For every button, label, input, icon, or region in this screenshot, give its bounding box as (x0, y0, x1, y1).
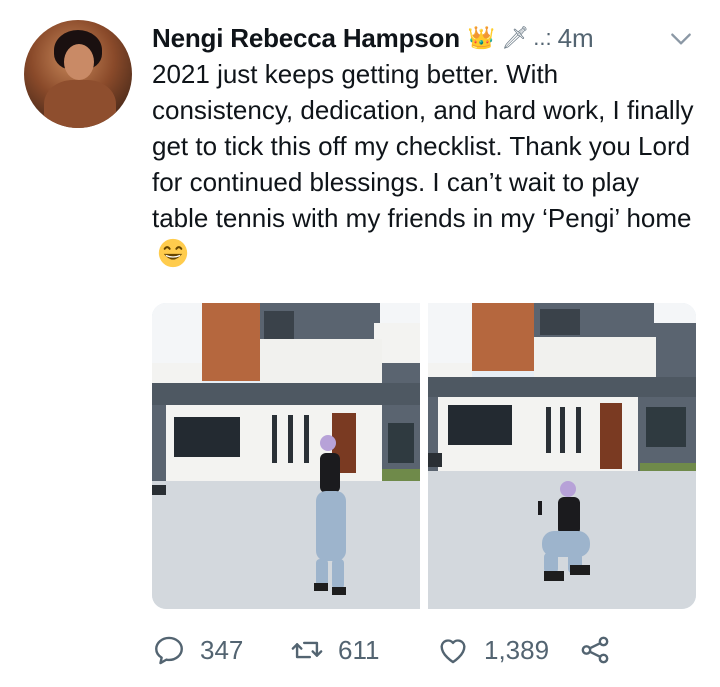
timestamp[interactable]: 4m (558, 23, 594, 54)
author-name[interactable]: Nengi Rebecca Hampson (152, 23, 460, 54)
reply-icon (155, 636, 183, 665)
retweet-button[interactable]: 611 (290, 633, 379, 667)
crown-emoji: 👑 (467, 25, 496, 50)
photo-2[interactable] (428, 303, 696, 609)
media-grid (152, 303, 696, 609)
tweet-actions: 347 611 1,389 (152, 628, 700, 672)
grinning-face-emoji (158, 238, 188, 268)
chevron-down-icon[interactable] (668, 26, 694, 52)
share-button[interactable] (578, 633, 612, 667)
share-icon (581, 636, 609, 664)
avatar-body (44, 80, 116, 128)
photo-1[interactable] (152, 303, 420, 609)
like-button[interactable]: 1,389 (436, 633, 549, 667)
like-count: 1,389 (484, 634, 550, 665)
reply-count: 347 (200, 634, 244, 665)
tweet-header: Nengi Rebecca Hampson 👑 🗡 ..: 4m (152, 20, 700, 56)
avatar[interactable] (24, 20, 132, 128)
tweet-text: 2021 just keeps getting better. With con… (152, 56, 700, 272)
tweet-text-body: 2021 just keeps getting better. With con… (152, 59, 701, 233)
reply-button[interactable]: 347 (152, 633, 243, 667)
tweet[interactable]: Nengi Rebecca Hampson 👑 🗡 ..: 4m 2021 ju… (0, 0, 720, 687)
sword-emoji: 🗡 (501, 25, 530, 50)
separator: ..: (533, 25, 552, 50)
heart-icon (440, 639, 466, 664)
avatar-face (64, 44, 94, 80)
retweet-count: 611 (338, 634, 380, 665)
retweet-icon (291, 641, 323, 659)
